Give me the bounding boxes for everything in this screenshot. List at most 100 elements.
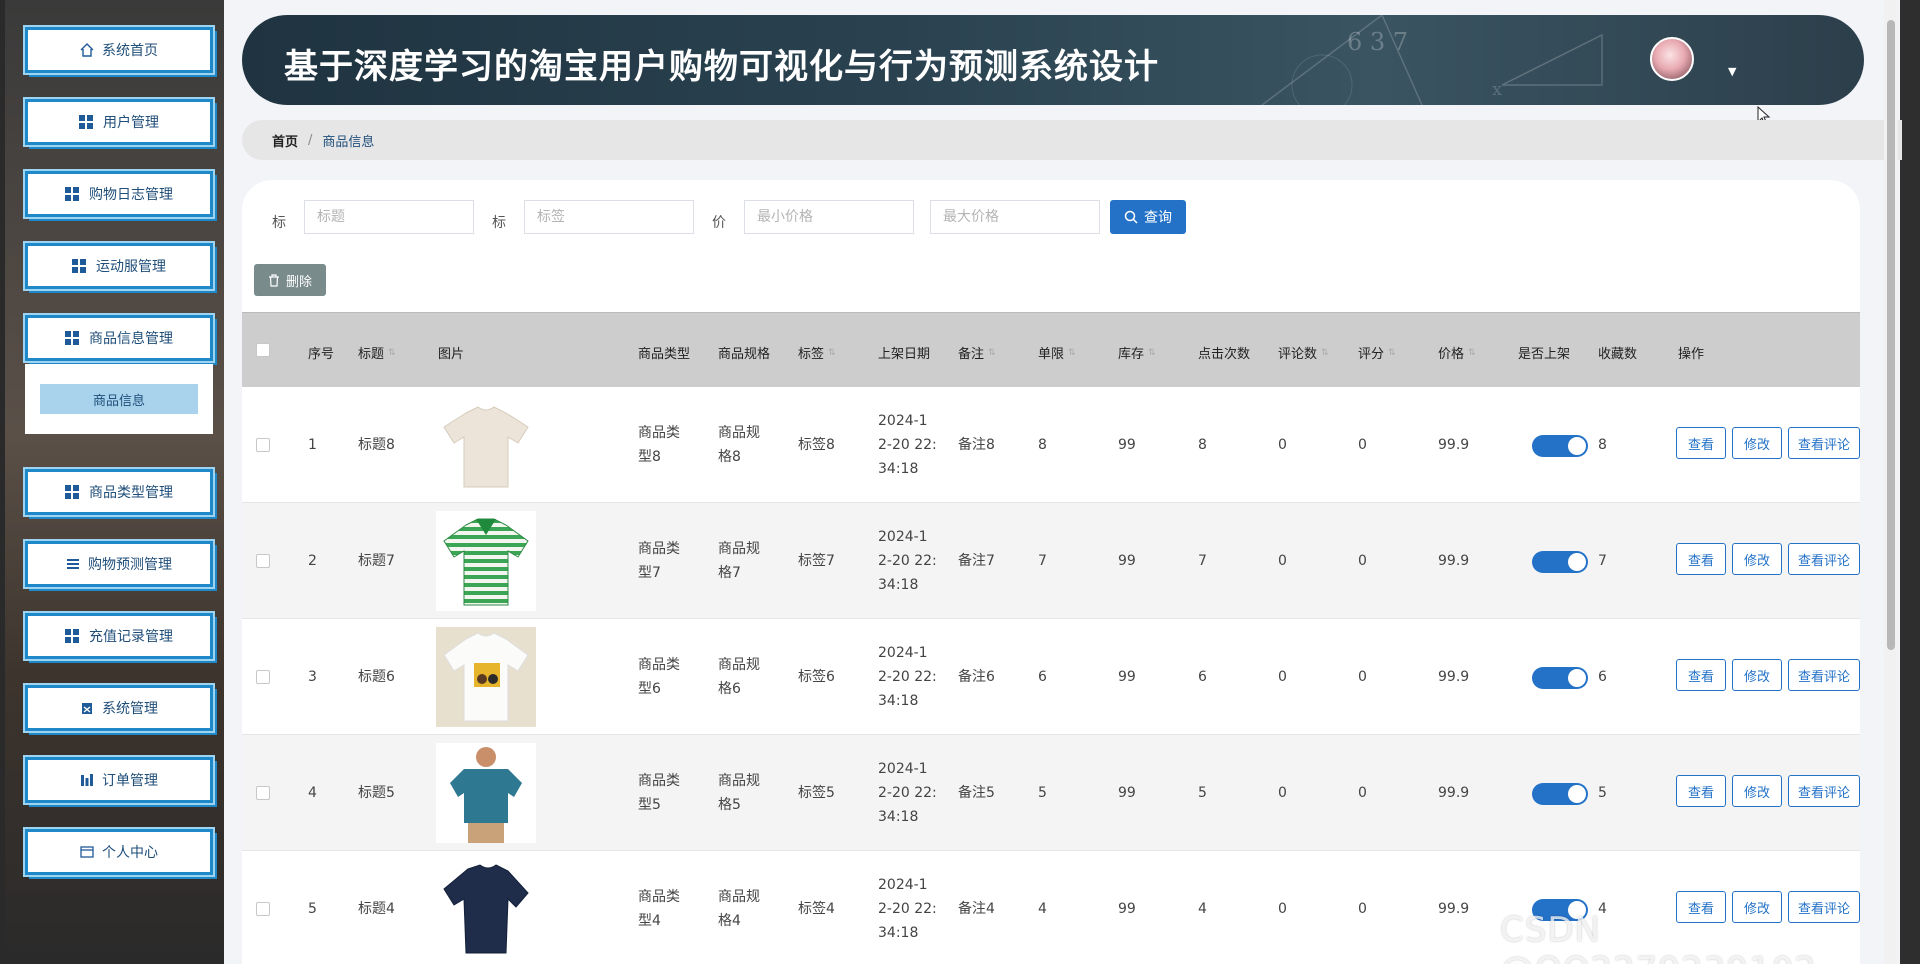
home-icon bbox=[80, 43, 94, 57]
sidebar-item-label: 运动服管理 bbox=[96, 259, 166, 275]
row-checkbox[interactable] bbox=[256, 554, 270, 568]
cell-score: 0 bbox=[1358, 437, 1367, 453]
view-button[interactable]: 查看 bbox=[1676, 659, 1726, 691]
cell-title: 标题8 bbox=[358, 437, 395, 453]
sidebar-item-product-type[interactable]: 商品类型管理 bbox=[25, 469, 213, 515]
col-price[interactable]: 价格 ⇅ bbox=[1438, 343, 1476, 362]
sidebar-item-users[interactable]: 用户管理 bbox=[25, 99, 213, 145]
listed-toggle[interactable] bbox=[1532, 551, 1588, 573]
view-comments-button[interactable]: 查看评论 bbox=[1788, 659, 1860, 691]
sidebar-item-label: 购物日志管理 bbox=[89, 187, 173, 203]
cell-title: 标题6 bbox=[358, 669, 395, 685]
edit-button[interactable]: 修改 bbox=[1732, 543, 1782, 575]
col-comments[interactable]: 评论数 ⇅ bbox=[1278, 343, 1329, 362]
cell-tag: 标签7 bbox=[798, 553, 835, 569]
cell-spec: 商品规 格5 bbox=[718, 773, 760, 813]
sidebar-item-label: 商品信息管理 bbox=[89, 331, 173, 347]
tag-input[interactable] bbox=[524, 200, 694, 234]
table-header: 序号 标题 ⇅ 图片 商品类型 商品规格 标签 ⇅ 上架日期 备注 ⇅ 单限 ⇅ 库存 ⇅… bbox=[242, 312, 1860, 387]
col-limit[interactable]: 单限 ⇅ bbox=[1038, 343, 1076, 362]
view-comments-button[interactable]: 查看评论 bbox=[1788, 775, 1860, 807]
submenu-item-product-info[interactable]: 商品信息 bbox=[40, 384, 198, 414]
cell-note: 备注6 bbox=[958, 669, 995, 685]
listed-toggle[interactable] bbox=[1532, 667, 1588, 689]
row-checkbox[interactable] bbox=[256, 438, 270, 452]
cell-spec: 商品规 格8 bbox=[718, 425, 760, 465]
edit-button[interactable]: 修改 bbox=[1732, 659, 1782, 691]
cell-limit: 5 bbox=[1038, 785, 1047, 801]
cell-favs: 8 bbox=[1598, 437, 1607, 453]
cell-index: 1 bbox=[308, 437, 317, 453]
header-banner: 6 3 7 x 基于深度学习的淘宝用户购物可视化与行为预测系统设计 ▼ bbox=[242, 15, 1864, 105]
product-image-navy-tshirt bbox=[436, 859, 536, 959]
col-score[interactable]: 评分 ⇅ bbox=[1358, 343, 1396, 362]
col-clicks: 点击次数 bbox=[1198, 347, 1251, 362]
cell-clicks: 7 bbox=[1198, 553, 1207, 569]
scrollbar-thumb[interactable] bbox=[1887, 20, 1895, 650]
col-tag[interactable]: 标签 ⇅ bbox=[798, 343, 836, 362]
avatar[interactable] bbox=[1650, 37, 1694, 81]
svg-text:x: x bbox=[1492, 79, 1502, 100]
sidebar-item-label: 个人中心 bbox=[102, 845, 158, 861]
cell-title: 标题5 bbox=[358, 785, 395, 801]
page-scrollbar[interactable] bbox=[1884, 0, 1898, 964]
svg-text:6 3 7: 6 3 7 bbox=[1347, 28, 1408, 56]
cell-limit: 6 bbox=[1038, 669, 1047, 685]
delete-button[interactable]: 删除 bbox=[254, 264, 326, 296]
cell-comments: 0 bbox=[1278, 553, 1287, 569]
sidebar-item-recharge[interactable]: 充值记录管理 bbox=[25, 613, 213, 659]
cell-title: 标题7 bbox=[358, 553, 395, 569]
grid-icon bbox=[65, 331, 79, 345]
listed-toggle[interactable] bbox=[1532, 435, 1588, 457]
price-filter-label: 价 bbox=[712, 215, 726, 231]
sidebar-item-label: 购物预测管理 bbox=[88, 557, 172, 573]
col-stock[interactable]: 库存 ⇅ bbox=[1118, 343, 1156, 362]
title-input[interactable] bbox=[304, 200, 474, 234]
sidebar-item-sportswear[interactable]: 运动服管理 bbox=[25, 243, 213, 289]
sidebar-item-orders[interactable]: 订单管理 bbox=[25, 757, 213, 803]
edit-button[interactable]: 修改 bbox=[1732, 775, 1782, 807]
listed-toggle[interactable] bbox=[1532, 783, 1588, 805]
row-checkbox[interactable] bbox=[256, 670, 270, 684]
view-button[interactable]: 查看 bbox=[1676, 543, 1726, 575]
search-button[interactable]: 查询 bbox=[1110, 200, 1186, 234]
view-button[interactable]: 查看 bbox=[1676, 775, 1726, 807]
watermark: CSDN @QQ2279239102 bbox=[1500, 910, 1816, 964]
edit-button[interactable]: 修改 bbox=[1732, 427, 1782, 459]
submenu: 商品信息 bbox=[25, 364, 213, 434]
select-all-checkbox[interactable] bbox=[256, 343, 270, 357]
view-comments-button[interactable]: 查看评论 bbox=[1788, 427, 1860, 459]
chevron-down-icon[interactable]: ▼ bbox=[1728, 65, 1736, 78]
sidebar-item-home[interactable]: 系统首页 bbox=[25, 27, 213, 73]
col-title[interactable]: 标题 ⇅ bbox=[358, 343, 396, 362]
cell-type: 商品类 型6 bbox=[638, 657, 680, 697]
cell-price: 99.9 bbox=[1438, 553, 1470, 569]
title-filter-label: 标 bbox=[272, 215, 286, 231]
sidebar-item-shopping-log[interactable]: 购物日志管理 bbox=[25, 171, 213, 217]
col-note[interactable]: 备注 ⇅ bbox=[958, 343, 996, 362]
max-price-input[interactable] bbox=[930, 200, 1100, 234]
table-row: 1 标题8 商品类 型8 商品规 格8 标签8 2024-1 2-20 22: 34:1… bbox=[242, 387, 1860, 503]
sidebar-item-label: 订单管理 bbox=[102, 773, 158, 789]
row-checkbox[interactable] bbox=[256, 902, 270, 916]
sidebar-item-shopping-prediction[interactable]: 购物预测管理 bbox=[25, 541, 213, 587]
view-comments-button[interactable]: 查看评论 bbox=[1788, 543, 1860, 575]
page-title: 基于深度学习的淘宝用户购物可视化与行为预测系统设计 bbox=[284, 47, 1159, 87]
product-image-striped-polo bbox=[436, 511, 536, 611]
sidebar-item-product-info[interactable]: 商品信息管理 bbox=[25, 315, 213, 361]
cell-comments: 0 bbox=[1278, 785, 1287, 801]
min-price-input[interactable] bbox=[744, 200, 914, 234]
view-button[interactable]: 查看 bbox=[1676, 427, 1726, 459]
list-icon bbox=[66, 557, 80, 571]
breadcrumb-home[interactable]: 首页 bbox=[272, 131, 298, 150]
sidebar-item-system[interactable]: 系统管理 bbox=[25, 685, 213, 731]
grid-icon bbox=[65, 485, 79, 499]
cell-clicks: 8 bbox=[1198, 437, 1207, 453]
grid-icon bbox=[79, 115, 93, 129]
cell-type: 商品类 型4 bbox=[638, 889, 680, 929]
row-checkbox[interactable] bbox=[256, 786, 270, 800]
sidebar-item-label: 充值记录管理 bbox=[89, 629, 173, 645]
cell-spec: 商品规 格7 bbox=[718, 541, 760, 581]
cell-score: 0 bbox=[1358, 901, 1367, 917]
sidebar-item-profile[interactable]: 个人中心 bbox=[25, 829, 213, 875]
